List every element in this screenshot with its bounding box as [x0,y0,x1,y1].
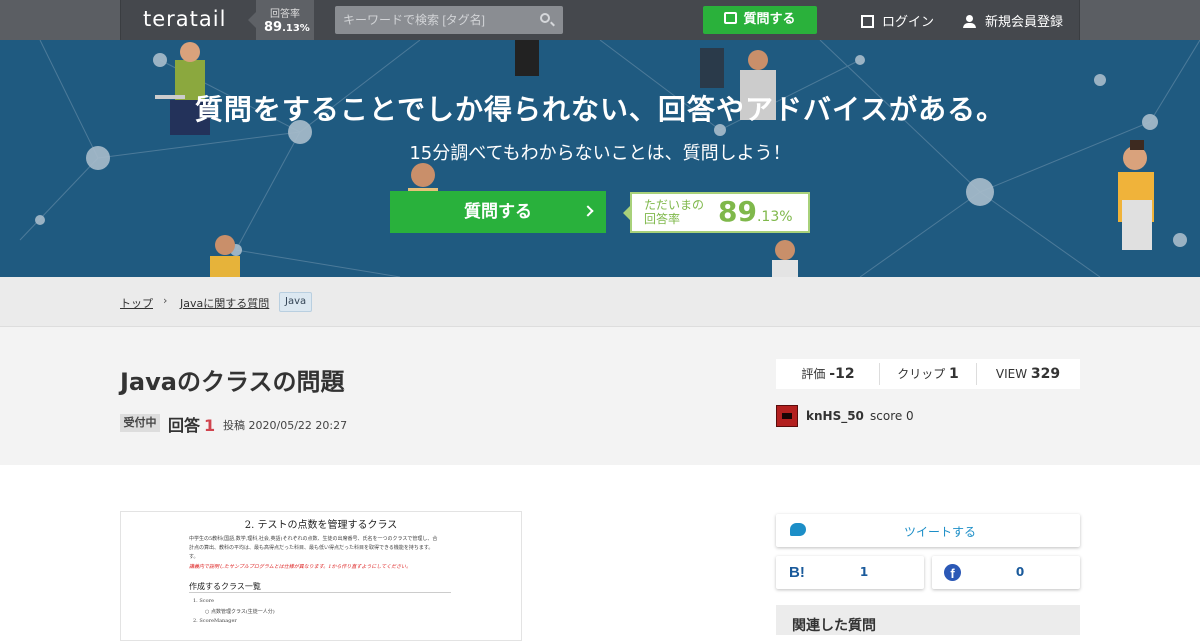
doc-paragraph: す。 [189,554,199,560]
doc-warning: 講義内で説明したサンプルプログラムとは仕様が異なります。1から作り直すようにして… [189,564,412,570]
breadcrumb: トップ › Javaに関する質問 Java [0,277,1200,327]
hero-ask-button[interactable]: 質問する [390,191,606,233]
login-icon [861,15,874,28]
hatena-count: 1 [859,565,869,579]
ask-question-button[interactable]: 質問する [703,6,817,34]
posted-date: 投稿 2020/05/22 20:27 [223,419,348,432]
stat-clip: クリップ 1 [897,366,959,382]
top-nav: teratail 回答率 89.13% 質問する ログイン 新規会員登録 [0,0,1200,40]
logo[interactable]: teratail [143,7,226,31]
doc-list-item: ○ 点数管理クラス(生徒一人分) [205,609,275,615]
question-title: Javaのクラスの問題 [120,368,345,396]
hero-subtitle: 15分調べてもわからないことは、質問しよう！ [409,143,791,164]
stat-rating: 評価 -12 [801,366,855,382]
hero-answer-rate: ただいまの 回答率 89.13% [623,192,810,233]
question-header: Javaのクラスの問題 受付中 回答 1 投稿 2020/05/22 20:27 … [0,327,1200,465]
doc-subheading: 作成するクラス一覧 [189,582,261,591]
hero-banner: 質問をすることでしか得られない、回答やアドバイスがある。 15分調べてもわからな… [0,40,1200,277]
edit-icon [724,12,738,24]
user-name[interactable]: knHS_50 [806,409,864,423]
add-user-icon [963,15,977,28]
top-nav-inner: teratail 回答率 89.13% 質問する ログイン 新規会員登録 [120,0,1080,40]
doc-list-item: 1. Score [193,598,214,604]
doc-heading: 2. テストの点数を管理するクラス [244,520,398,531]
breadcrumb-separator: › [163,294,168,307]
question-stats: 評価 -12 クリップ 1 VIEW 329 [776,359,1080,389]
hero-rate-label: ただいまの 回答率 [644,198,705,226]
tweet-button[interactable]: ツイートする [776,514,1080,547]
answer-rate-badge: 回答率 89.13% [248,0,314,40]
hero-rate-value: 89.13% [718,195,793,228]
avatar[interactable] [776,405,798,427]
doc-paragraph: 計点の算出、教科の平均は、最も高得点だった科目、最も低い得点だった科目を取得でき… [189,545,434,551]
doc-paragraph: 中学生の5教科(国語,数学,理科,社会,英語)それぞれの点数、生徒の出席番号、氏… [189,536,438,542]
breadcrumb-tag-java[interactable]: Java [279,292,313,312]
login-link[interactable]: ログイン [861,11,934,30]
answer-count: 回答 1 [168,416,216,435]
hatena-bookmark-button[interactable]: B! 1 [776,556,924,589]
breadcrumb-java-questions[interactable]: Javaに関する質問 [180,295,269,311]
answer-rate-value: 89.13% [264,20,310,35]
stat-views: VIEW 329 [995,366,1061,382]
chevron-right-icon [582,205,594,217]
doc-divider [189,592,451,593]
breadcrumb-top[interactable]: トップ [120,295,153,311]
search-input[interactable] [335,6,563,34]
doc-list-item: 2. ScoreManager [193,618,237,624]
related-questions-title: 関連した質問 [792,618,876,634]
answer-rate-label: 回答率 [270,9,300,20]
search-icon[interactable] [540,13,550,23]
question-image[interactable]: 2. テストの点数を管理するクラス 中学生の5教科(国語,数学,理科,社会,英語… [120,511,522,641]
related-questions-panel: 関連した質問 [776,605,1080,635]
user-score: score 0 [870,409,914,423]
register-link[interactable]: 新規会員登録 [963,11,1063,30]
status-badge: 受付中 [120,414,160,432]
hero-title: 質問をすることでしか得られない、回答やアドバイスがある。 [194,93,1006,126]
facebook-share-button[interactable]: f 0 [932,556,1080,589]
facebook-count: 0 [1015,565,1025,579]
